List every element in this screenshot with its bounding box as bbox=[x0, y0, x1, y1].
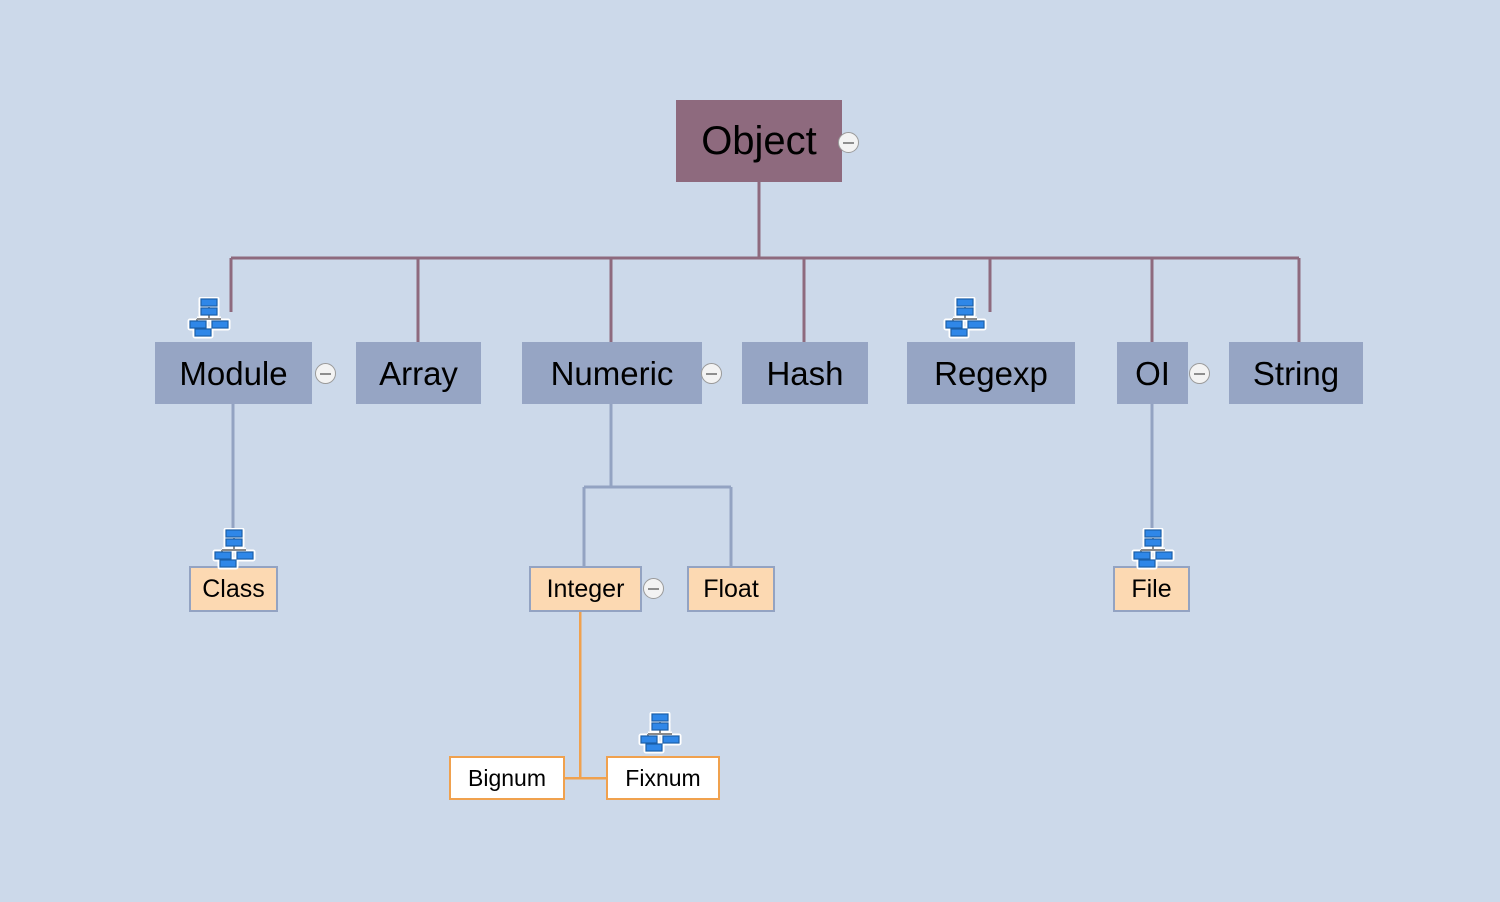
node-oi[interactable]: OI bbox=[1117, 342, 1188, 404]
node-array-label: Array bbox=[379, 354, 458, 392]
node-hash[interactable]: Hash bbox=[742, 342, 868, 404]
diagram-canvas: Object Module Array Numeric Hash Regexp … bbox=[0, 0, 1500, 902]
node-file[interactable]: File bbox=[1113, 566, 1190, 612]
org-chart-icon-module bbox=[187, 297, 231, 339]
node-hash-label: Hash bbox=[766, 354, 844, 392]
collapse-button-integer[interactable] bbox=[643, 578, 664, 599]
collapse-button-object[interactable] bbox=[838, 132, 859, 153]
collapse-button-module[interactable] bbox=[315, 363, 336, 384]
node-fixnum[interactable]: Fixnum bbox=[606, 756, 720, 800]
node-float-label: Float bbox=[703, 574, 759, 603]
node-oi-label: OI bbox=[1135, 354, 1170, 392]
node-numeric[interactable]: Numeric bbox=[522, 342, 702, 404]
org-chart-icon-fixnum bbox=[638, 712, 682, 754]
org-chart-icon-regexp bbox=[943, 297, 987, 339]
node-file-label: File bbox=[1131, 574, 1172, 603]
node-class-label: Class bbox=[202, 574, 265, 603]
node-class[interactable]: Class bbox=[189, 566, 278, 612]
node-regexp-label: Regexp bbox=[934, 354, 1048, 392]
collapse-button-numeric[interactable] bbox=[701, 363, 722, 384]
node-bignum[interactable]: Bignum bbox=[449, 756, 565, 800]
org-chart-icon-file bbox=[1131, 528, 1175, 570]
node-integer[interactable]: Integer bbox=[529, 566, 642, 612]
node-object-label: Object bbox=[701, 119, 817, 163]
collapse-button-oi[interactable] bbox=[1189, 363, 1210, 384]
node-fixnum-label: Fixnum bbox=[625, 764, 701, 791]
node-bignum-label: Bignum bbox=[468, 764, 546, 791]
node-string-label: String bbox=[1252, 354, 1340, 392]
node-array[interactable]: Array bbox=[356, 342, 481, 404]
node-integer-label: Integer bbox=[546, 574, 625, 603]
node-numeric-label: Numeric bbox=[550, 354, 674, 392]
org-chart-icon-class bbox=[212, 528, 256, 570]
node-float[interactable]: Float bbox=[687, 566, 775, 612]
node-module[interactable]: Module bbox=[155, 342, 312, 404]
node-module-label: Module bbox=[179, 354, 288, 392]
node-regexp[interactable]: Regexp bbox=[907, 342, 1075, 404]
node-string[interactable]: String bbox=[1229, 342, 1363, 404]
node-object[interactable]: Object bbox=[676, 100, 842, 182]
